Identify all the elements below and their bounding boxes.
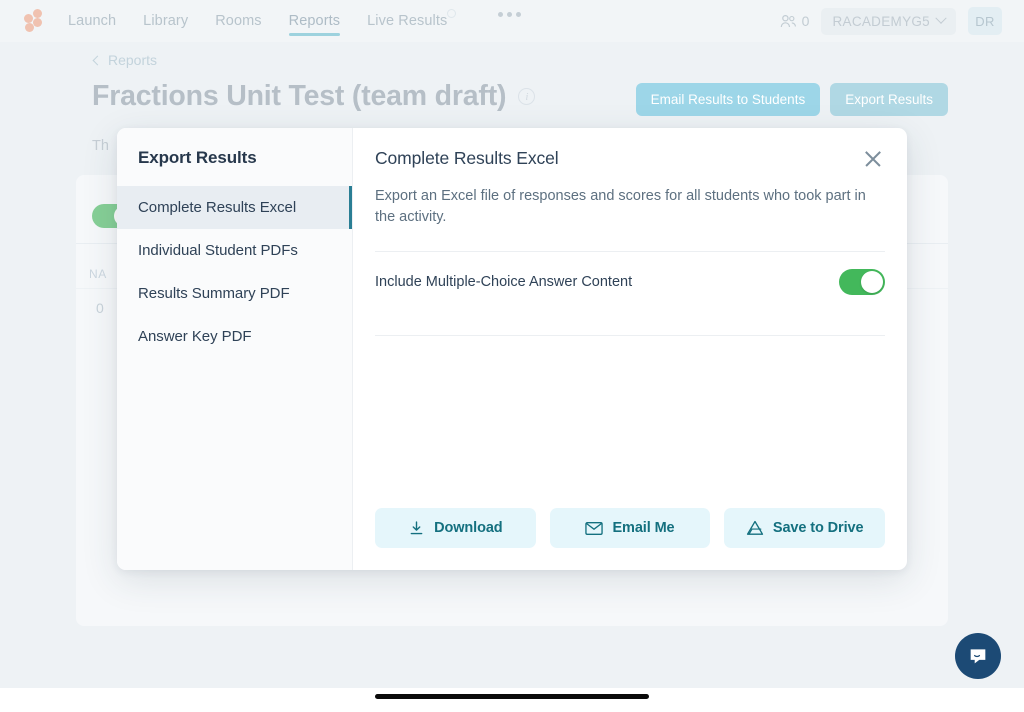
sidebar-item-complete-results-excel[interactable]: Complete Results Excel (117, 186, 352, 229)
app-logo-icon[interactable] (22, 8, 48, 34)
modal-panel-description: Export an Excel file of responses and sc… (375, 188, 866, 225)
avatar[interactable]: DR (968, 7, 1002, 35)
modal-footer-actions: Download Email Me Save to Drive (375, 508, 886, 570)
chevron-down-icon (935, 12, 947, 24)
people-icon (780, 14, 796, 27)
table-column-header: NA (89, 267, 107, 281)
chat-bubble-icon (970, 649, 986, 664)
email-results-to-students-button[interactable]: Email Results to Students (635, 83, 821, 116)
option-row-include-mc-answer-content: Include Multiple-Choice Answer Content (375, 252, 885, 312)
table-cell: 0 (96, 300, 104, 316)
email-me-button[interactable]: Email Me (549, 508, 711, 548)
sidebar-item-answer-key-pdf[interactable]: Answer Key PDF (117, 315, 352, 358)
include-mc-answer-content-toggle[interactable] (839, 269, 885, 295)
modal-panel-title: Complete Results Excel (375, 148, 559, 168)
option-label: Include Multiple-Choice Answer Content (375, 274, 633, 290)
breadcrumb[interactable]: Reports (92, 52, 158, 68)
sidebar-item-individual-student-pdfs[interactable]: Individual Student PDFs (117, 229, 352, 272)
home-indicator (375, 694, 649, 699)
nav-item-live-results[interactable]: Live Results (367, 5, 457, 38)
people-count[interactable]: 0 (780, 13, 810, 29)
page-root: NA 0 Launch Library Rooms Reports Live R… (0, 0, 1024, 712)
save-to-drive-button[interactable]: Save to Drive (724, 508, 886, 548)
nav-item-library[interactable]: Library (143, 5, 188, 38)
modal-sidebar: Export Results Complete Results Excel In… (117, 128, 353, 570)
download-button[interactable]: Download (375, 508, 536, 548)
nav-right-group: 0 RACADEMYG5 DR (780, 7, 1008, 35)
beta-badge-icon (447, 8, 457, 18)
home-indicator-bar (0, 688, 1024, 712)
modal-main-panel: Complete Results Excel Export an Excel f… (353, 128, 907, 570)
email-me-button-label: Email Me (612, 520, 675, 536)
header-actions: Email Results to Students Export Results (635, 83, 948, 116)
export-results-button[interactable]: Export Results (830, 83, 948, 116)
organization-name: RACADEMYG5 (832, 13, 930, 29)
divider (375, 335, 885, 336)
nav-item-rooms[interactable]: Rooms (215, 5, 261, 38)
nav-item-launch[interactable]: Launch (68, 5, 116, 38)
page-description: Th (92, 138, 109, 154)
breadcrumb-label: Reports (108, 52, 158, 68)
organization-selector[interactable]: RACADEMYG5 (821, 7, 956, 35)
nav-item-live-results-label: Live Results (367, 12, 448, 29)
people-count-value: 0 (801, 13, 810, 29)
save-to-drive-button-label: Save to Drive (772, 520, 864, 536)
close-icon[interactable] (861, 147, 885, 171)
google-drive-icon (746, 520, 763, 535)
export-results-modal: Export Results Complete Results Excel In… (117, 128, 907, 570)
modal-sidebar-title: Export Results (138, 148, 257, 167)
top-navigation-bar: Launch Library Rooms Reports Live Result… (0, 0, 1024, 42)
envelope-icon (585, 521, 604, 535)
modal-header-row: Complete Results Excel (375, 148, 885, 171)
overflow-menu-icon[interactable] (498, 5, 521, 23)
info-icon[interactable]: i (518, 88, 536, 105)
support-chat-button[interactable] (955, 633, 1001, 679)
main-nav-links: Launch Library Rooms Reports Live Result… (68, 5, 457, 38)
sidebar-item-results-summary-pdf[interactable]: Results Summary PDF (117, 272, 352, 315)
page-title: Fractions Unit Test (team draft) i (92, 80, 536, 113)
page-title-text: Fractions Unit Test (team draft) (92, 80, 507, 112)
chevron-left-icon (92, 55, 103, 65)
download-icon (410, 520, 423, 534)
download-button-label: Download (434, 520, 503, 536)
nav-item-reports[interactable]: Reports (288, 5, 341, 38)
